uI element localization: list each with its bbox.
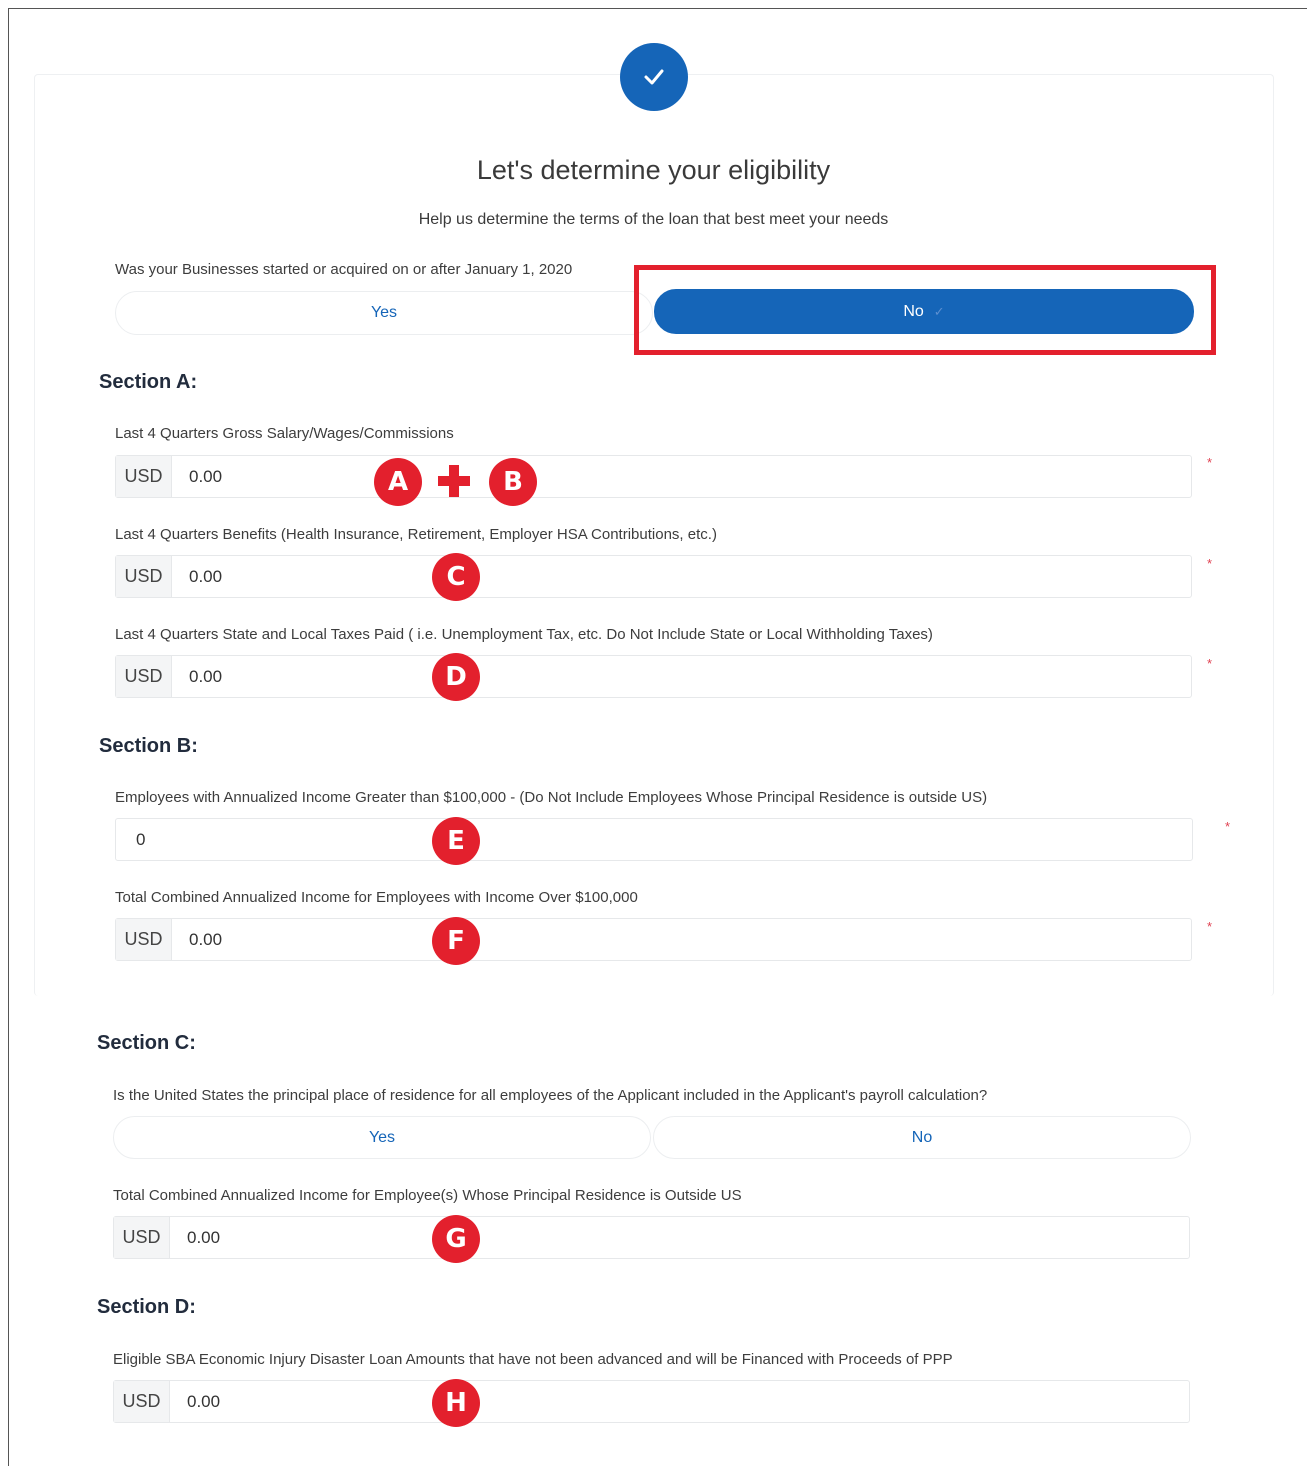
highlight-box [634,265,1216,355]
outside-us-income-input[interactable]: USD 0.00 [113,1216,1190,1259]
field-a1-label: Last 4 Quarters Gross Salary/Wages/Commi… [115,425,454,442]
eidl-amount-input[interactable]: USD 0.00 [113,1380,1190,1423]
required-asterisk: * [1207,919,1213,934]
state-local-taxes-input[interactable]: USD 0.00 [115,655,1192,698]
field-d1-label: Eligible SBA Economic Injury Disaster Lo… [113,1351,953,1368]
gross-salary-input[interactable]: USD 0.00 [115,455,1192,498]
marker-e: E [432,817,480,865]
check-badge [620,43,688,111]
marker-f: F [432,917,480,965]
marker-g: G [432,1215,480,1263]
marker-b: B [489,458,537,506]
section-a-heading: Section A: [99,371,198,393]
section-b-heading: Section B: [99,735,198,757]
marker-a: A [374,458,422,506]
combined-income-input[interactable]: USD 0.00 [115,918,1192,961]
field-b2-label: Total Combined Annualized Income for Emp… [115,889,638,906]
started-yes-button[interactable]: Yes [115,291,653,335]
input-value: 0 [136,829,146,849]
input-value: 0.00 [189,466,223,486]
currency-prefix: USD [116,919,172,960]
field-b1-label: Employees with Annualized Income Greater… [115,789,988,806]
input-value: 0.00 [189,929,223,949]
currency-prefix: USD [114,1217,170,1258]
employee-count-input[interactable]: 0 [115,818,1193,861]
page-title: Let's determine your eligibility [476,155,831,185]
required-asterisk: * [1207,656,1213,671]
started-yes-label: Yes [370,304,398,321]
marker-d: D [432,653,480,701]
question-residence-label: Is the United States the principal place… [113,1087,988,1104]
benefits-input[interactable]: USD 0.00 [115,555,1192,598]
check-icon [644,69,664,85]
input-value: 0.00 [189,666,223,686]
currency-prefix: USD [116,556,172,597]
field-c1-label: Total Combined Annualized Income for Emp… [113,1187,742,1204]
currency-prefix: USD [114,1381,170,1422]
required-asterisk: * [1225,819,1231,834]
residence-no-label: No [911,1128,933,1146]
currency-prefix: USD [116,656,172,697]
currency-prefix: USD [116,456,172,497]
marker-h: H [432,1379,480,1427]
field-a3-label: Last 4 Quarters State and Local Taxes Pa… [115,626,933,643]
input-value: 0.00 [189,566,223,586]
residence-no-button[interactable]: No [653,1116,1191,1159]
input-value: 0.00 [187,1391,221,1411]
required-asterisk: * [1207,556,1213,571]
field-a2-label: Last 4 Quarters Benefits (Health Insuran… [115,526,717,543]
page-subtitle: Help us determine the terms of the loan … [418,211,889,228]
marker-c: C [432,553,480,601]
residence-yes-label: Yes [368,1128,396,1146]
plus-icon [436,463,472,499]
question-started-label: Was your Businesses started or acquired … [115,261,573,278]
residence-yes-button[interactable]: Yes [113,1116,651,1159]
section-c-heading: Section C: [97,1032,196,1054]
section-d-heading: Section D: [97,1296,196,1318]
input-value: 0.00 [187,1227,221,1247]
required-asterisk: * [1207,455,1213,470]
